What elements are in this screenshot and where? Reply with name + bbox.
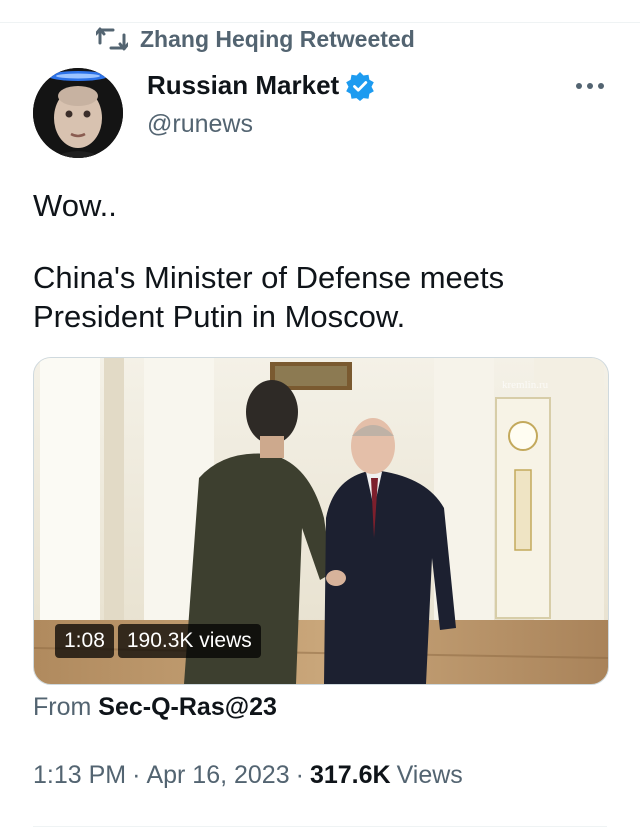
retweet-label: Zhang Heqing Retweeted [140,25,415,52]
author-display-name[interactable]: Russian Market [147,70,339,101]
verified-badge-icon [346,71,374,101]
video-stats: 1:08 190.3K views [55,624,261,658]
video-source: From Sec-Q-Ras@23 [33,693,277,722]
tweet-views-label: Views [396,761,463,789]
author-name-row[interactable]: Russian Market [147,70,375,101]
tweet-text-line: President Putin in Moscow. [33,299,406,334]
top-divider [0,0,640,23]
meta-separator: · [132,761,141,789]
tweet-text-line: China's Minister of Defense meets [33,260,505,295]
tweet-views-count[interactable]: 317.6K [310,761,391,790]
avatar[interactable] [33,68,123,158]
video-watermark: kremlin.ru [502,379,549,391]
tweet-text-line: Wow.. [33,188,117,223]
video-duration: 1:08 [55,624,114,658]
retweet-context[interactable]: Zhang Heqing Retweeted [96,24,415,54]
more-options-icon[interactable] [576,76,610,96]
meta-separator: · [295,761,304,789]
retweet-icon [96,27,128,51]
tweet-meta: 1:13 PM · Apr 16, 2023 · 317.6K Views [33,761,463,790]
source-account-link[interactable]: Sec-Q-Ras@23 [98,693,277,721]
source-prefix: From [33,693,92,721]
author-handle[interactable]: @runews [147,110,253,139]
video-views: 190.3K views [117,624,261,658]
tweet-date[interactable]: Apr 16, 2023 [146,761,289,790]
tweet-time[interactable]: 1:13 PM [33,761,126,790]
bottom-divider [33,826,607,827]
